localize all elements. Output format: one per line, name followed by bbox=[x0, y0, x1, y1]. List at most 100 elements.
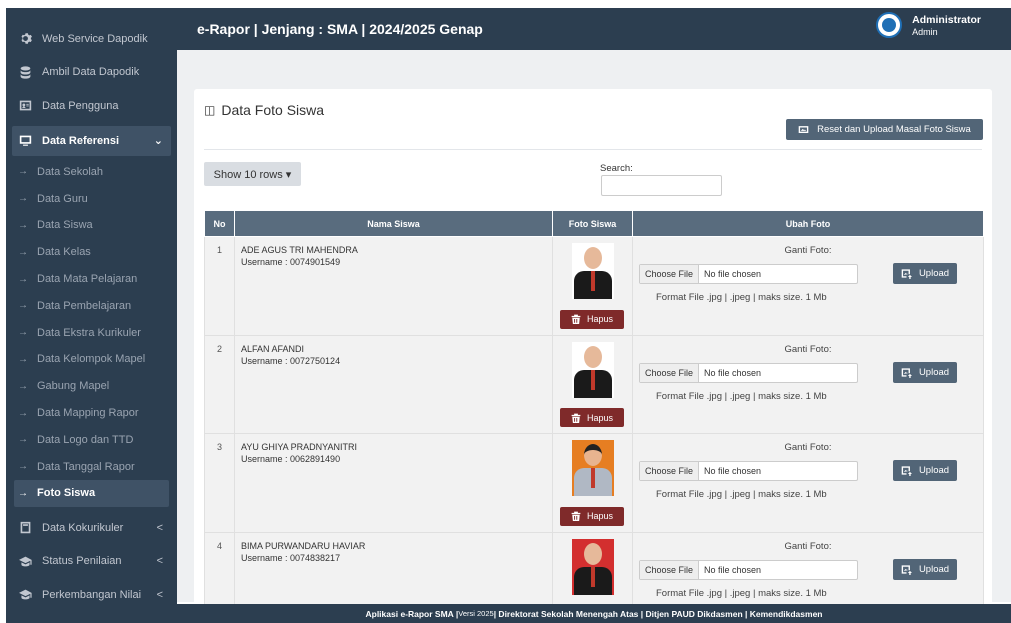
student-username: Username : 0074901549 bbox=[241, 257, 341, 267]
footer-text: Aplikasi e-Rapor SMA | bbox=[365, 608, 459, 619]
arrow-right-icon: → bbox=[18, 246, 28, 258]
sidebar-item-label: Data Pengguna bbox=[42, 99, 119, 112]
sidebar-subitem[interactable]: → Data Guru bbox=[6, 185, 177, 212]
upload-button[interactable]: Upload bbox=[893, 361, 957, 383]
foto-siswa-table: No Nama Siswa Foto Siswa Ubah Foto 1 ADE … bbox=[204, 210, 984, 609]
cell-no: 3 bbox=[204, 433, 235, 533]
upload-image-icon bbox=[901, 367, 912, 378]
sidebar-subitem[interactable]: → Gabung Mapel bbox=[6, 373, 177, 400]
arrow-right-icon: → bbox=[18, 273, 28, 285]
sidebar-subitem[interactable]: → Data Logo dan TTD bbox=[6, 426, 177, 453]
sidebar-subitem[interactable]: → Data Pembelajaran bbox=[6, 292, 177, 319]
hapus-button[interactable]: Hapus bbox=[560, 408, 624, 427]
sidebar-subitem[interactable]: → Data Mata Pelajaran bbox=[6, 266, 177, 293]
ganti-foto-label: Ganti Foto: bbox=[784, 540, 832, 552]
sidebar-subitem[interactable]: → Data Mapping Rapor bbox=[6, 400, 177, 427]
cell-nama: ALFAN AFANDI Username : 0072750124 bbox=[234, 334, 553, 434]
hapus-label: Hapus bbox=[586, 412, 613, 423]
sidebar-subitem-label: Data Mata Pelajaran bbox=[37, 273, 138, 286]
cell-foto bbox=[552, 531, 633, 609]
sidebar-subitem[interactable]: → Data Kelas bbox=[6, 239, 177, 266]
format-hint: Format File .jpg | .jpeg | maks size. 1 … bbox=[656, 587, 827, 599]
column-header-ubah[interactable]: Ubah Foto bbox=[632, 210, 984, 237]
show-rows-dropdown[interactable]: Show 10 rows ▾ bbox=[204, 162, 301, 186]
sidebar-subitem-label: Foto Siswa bbox=[37, 487, 96, 500]
upload-button[interactable]: Upload bbox=[893, 460, 957, 481]
user-name: Administrator bbox=[912, 13, 981, 26]
column-header-no[interactable]: No bbox=[204, 210, 235, 237]
file-input[interactable]: Choose File No file chosen bbox=[639, 362, 858, 383]
upload-button[interactable]: Upload bbox=[893, 558, 957, 580]
student-photo bbox=[571, 341, 614, 398]
user-card-icon bbox=[18, 99, 32, 113]
cell-ubah: Ganti Foto: Choose File No file chosen Form… bbox=[632, 334, 984, 434]
student-name: ADE AGUS TRI MAHENDRA bbox=[241, 245, 358, 255]
chevron-down-icon: ⌄ bbox=[153, 135, 163, 147]
search-input[interactable] bbox=[601, 175, 722, 196]
hapus-button[interactable]: Hapus bbox=[560, 309, 624, 329]
hapus-button[interactable]: Hapus bbox=[560, 506, 624, 526]
reset-upload-masal-button[interactable]: Reset dan Upload Masal Foto Siswa bbox=[786, 119, 983, 140]
upload-label: Upload bbox=[918, 563, 950, 575]
sidebar-item-data-referensi[interactable]: Data Referensi ⌄ bbox=[12, 125, 171, 156]
arrow-right-icon: → bbox=[18, 461, 28, 473]
file-input[interactable]: Choose File No file chosen bbox=[639, 559, 858, 580]
cell-nama: BIMA PURWANDARU HAVIAR Username : 0074838… bbox=[234, 531, 553, 609]
column-header-foto[interactable]: Foto Siswa bbox=[552, 210, 633, 237]
book-icon bbox=[18, 521, 32, 535]
arrow-right-icon: → bbox=[18, 219, 28, 231]
format-hint: Format File .jpg | .jpeg | maks size. 1 … bbox=[656, 390, 827, 402]
database-icon bbox=[18, 65, 32, 79]
table-row: 2 ALFAN AFANDI Username : 0072750124 Hapus G… bbox=[204, 334, 984, 434]
no-file-text: No file chosen bbox=[704, 367, 762, 378]
sidebar-item-status-penilaian[interactable]: Status Penilaian < bbox=[6, 544, 177, 578]
sidebar-item-web-service[interactable]: Web Service Dapodik bbox=[6, 22, 177, 56]
arrow-right-icon: → bbox=[18, 300, 28, 312]
reset-upload-masal-label: Reset dan Upload Masal Foto Siswa bbox=[817, 124, 971, 135]
cell-ubah: Ganti Foto: Choose File No file chosen Form… bbox=[632, 236, 984, 336]
cell-no: 1 bbox=[204, 236, 235, 336]
choose-file-button[interactable]: Choose File bbox=[640, 462, 700, 480]
graduation-icon bbox=[18, 554, 32, 568]
sidebar-subitem[interactable]: → Data Sekolah bbox=[6, 159, 177, 186]
student-photo bbox=[571, 243, 614, 299]
file-input[interactable]: Choose File No file chosen bbox=[639, 264, 858, 284]
page-title-text: Data Foto Siswa bbox=[221, 102, 325, 118]
sidebar-subitem-label: Data Siswa bbox=[37, 219, 93, 232]
sidebar-subitem-label: Data Pembelajaran bbox=[37, 299, 132, 312]
sidebar-subitem-label: Data Sekolah bbox=[37, 165, 104, 178]
sidebar-subitem[interactable]: → Data Tanggal Rapor bbox=[6, 453, 177, 480]
cell-ubah: Ganti Foto: Choose File No file chosen Form… bbox=[632, 433, 984, 533]
file-input[interactable]: Choose File No file chosen bbox=[639, 461, 858, 481]
gear-icon bbox=[18, 32, 32, 46]
cell-foto: Hapus bbox=[552, 334, 633, 434]
footer: Aplikasi e-Rapor SMA | Versi 2025 | Dire… bbox=[177, 604, 1011, 623]
cell-foto: Hapus bbox=[552, 236, 633, 336]
user-avatar bbox=[876, 12, 903, 38]
choose-file-button[interactable]: Choose File bbox=[640, 560, 700, 579]
arrow-right-icon: → bbox=[18, 327, 28, 339]
sidebar-item-ambil-data[interactable]: Ambil Data Dapodik bbox=[6, 56, 177, 90]
sidebar-item-label: Data Referensi bbox=[42, 134, 120, 147]
sidebar-item-pengguna[interactable]: Data Pengguna bbox=[6, 89, 177, 123]
sidebar-subitem-foto-siswa[interactable]: → Foto Siswa bbox=[14, 480, 169, 507]
cell-ubah: Ganti Foto: Choose File No file chosen Form… bbox=[632, 531, 984, 609]
sidebar-subitem-label: Data Tanggal Rapor bbox=[37, 460, 135, 473]
upload-button[interactable]: Upload bbox=[893, 263, 957, 284]
sidebar-item-label: Status Penilaian bbox=[42, 555, 122, 568]
choose-file-button[interactable]: Choose File bbox=[640, 363, 700, 382]
main-content: ◫ Data Foto Siswa Reset dan Upload Masal… bbox=[177, 50, 1011, 609]
sidebar-subitem[interactable]: → Data Siswa bbox=[6, 212, 177, 239]
sidebar-item-kokurikuler[interactable]: Data Kokurikuler < bbox=[6, 511, 177, 545]
sidebar-item-perkembangan-nilai[interactable]: Perkembangan Nilai < bbox=[6, 578, 177, 612]
student-username: Username : 0062891490 bbox=[241, 454, 341, 464]
sidebar-subitem[interactable]: → Data Kelompok Mapel bbox=[6, 346, 177, 373]
user-menu[interactable]: Administrator Admin bbox=[876, 12, 981, 38]
arrow-right-icon: → bbox=[18, 434, 28, 446]
sidebar-subitem[interactable]: → Data Ekstra Kurikuler bbox=[6, 319, 177, 346]
hapus-label: Hapus bbox=[586, 314, 613, 324]
tut-wuri-logo-icon bbox=[882, 18, 897, 32]
choose-file-button[interactable]: Choose File bbox=[640, 265, 700, 283]
expand-icon: ◫ bbox=[204, 103, 216, 117]
column-header-nama[interactable]: Nama Siswa bbox=[234, 210, 553, 237]
